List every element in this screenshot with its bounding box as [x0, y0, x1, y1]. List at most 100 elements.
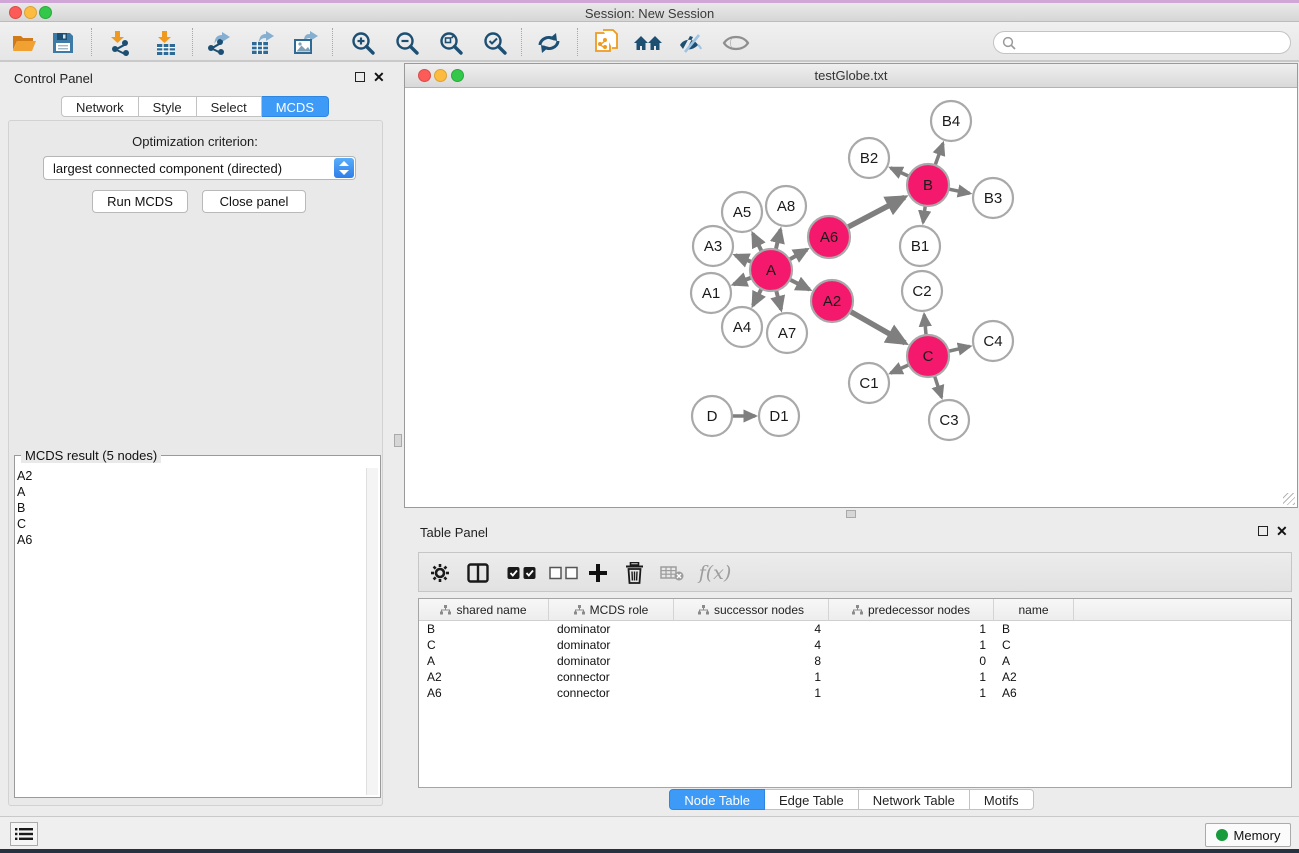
table-cell[interactable]: 1 — [829, 685, 994, 701]
table-cell[interactable]: 1 — [674, 669, 829, 685]
show-column-icon[interactable] — [465, 561, 491, 585]
close-table-panel-icon[interactable]: ✕ — [1276, 526, 1288, 536]
table-cell[interactable]: B — [994, 621, 1074, 637]
export-network-icon[interactable] — [204, 29, 234, 57]
delete-table-icon[interactable] — [659, 561, 685, 585]
first-neighbors-icon[interactable] — [633, 29, 663, 57]
vertical-splitter-grip[interactable] — [394, 434, 402, 447]
zoom-out-icon[interactable] — [392, 29, 422, 57]
add-column-icon[interactable] — [585, 561, 611, 585]
table-row[interactable]: A2connector11A2 — [419, 669, 1291, 685]
hide-selected-icon[interactable] — [676, 29, 706, 57]
node-A1[interactable]: A1 — [691, 273, 731, 313]
search-input[interactable] — [1016, 36, 1276, 50]
column-header-MCDS-role[interactable]: MCDS role — [549, 599, 674, 621]
node-A3[interactable]: A3 — [693, 226, 733, 266]
node-D[interactable]: D — [692, 396, 732, 436]
run-mcds-button[interactable]: Run MCDS — [92, 190, 188, 213]
close-panel-button[interactable]: Close panel — [202, 190, 306, 213]
table-row[interactable]: Bdominator41B — [419, 621, 1291, 637]
network-graph[interactable]: B4B2BB3A8A5A6A3B1AC2A1A2A4A7C4CC1C3DD1 — [405, 88, 1297, 507]
import-network-icon[interactable] — [105, 29, 135, 57]
node-A[interactable]: A — [750, 249, 792, 291]
graphics-details-icon[interactable] — [721, 29, 751, 57]
result-scrollbar[interactable] — [366, 468, 378, 795]
import-table-icon[interactable] — [151, 29, 181, 57]
node-B1[interactable]: B1 — [900, 226, 940, 266]
select-all-icon[interactable] — [505, 561, 539, 585]
table-cell[interactable]: 0 — [829, 653, 994, 669]
table-cell[interactable]: B — [419, 621, 549, 637]
table-cell[interactable]: A2 — [994, 669, 1074, 685]
table-cell[interactable]: A — [994, 653, 1074, 669]
table-row[interactable]: A6connector11A6 — [419, 685, 1291, 701]
node-C2[interactable]: C2 — [902, 271, 942, 311]
table-cell[interactable]: 1 — [829, 621, 994, 637]
table-cell[interactable]: A2 — [419, 669, 549, 685]
export-image-icon[interactable] — [290, 29, 320, 57]
node-C3[interactable]: C3 — [929, 400, 969, 440]
result-item[interactable]: B — [17, 500, 32, 516]
table-cell[interactable]: A — [419, 653, 549, 669]
node-C4[interactable]: C4 — [973, 321, 1013, 361]
node-A7[interactable]: A7 — [767, 313, 807, 353]
table-cell[interactable]: A6 — [419, 685, 549, 701]
tab-style[interactable]: Style — [139, 96, 197, 117]
table-cell[interactable]: 1 — [674, 685, 829, 701]
horizontal-splitter-grip[interactable] — [846, 510, 856, 518]
mcds-result-list[interactable]: A2ABCA6 — [17, 468, 32, 548]
column-header-name[interactable]: name — [994, 599, 1074, 621]
tab-node-table[interactable]: Node Table — [669, 789, 765, 810]
node-A2[interactable]: A2 — [811, 280, 853, 322]
table-cell[interactable]: 1 — [829, 637, 994, 653]
table-cell[interactable]: A6 — [994, 685, 1074, 701]
float-table-panel-icon[interactable] — [1258, 526, 1268, 536]
column-header-shared-name[interactable]: shared name — [419, 599, 549, 621]
task-history-button[interactable] — [10, 822, 38, 846]
node-C1[interactable]: C1 — [849, 363, 889, 403]
tab-select[interactable]: Select — [197, 96, 262, 117]
unselect-all-icon[interactable] — [547, 561, 581, 585]
tab-edge-table[interactable]: Edge Table — [765, 789, 859, 810]
node-A5[interactable]: A5 — [722, 192, 762, 232]
window-resize-grip[interactable] — [1283, 493, 1295, 505]
result-item[interactable]: A — [17, 484, 32, 500]
table-cell[interactable]: connector — [549, 685, 674, 701]
node-C[interactable]: C — [907, 335, 949, 377]
table-cell[interactable]: dominator — [549, 653, 674, 669]
node-B4[interactable]: B4 — [931, 101, 971, 141]
tab-network[interactable]: Network — [61, 96, 139, 117]
open-session-icon[interactable] — [9, 29, 39, 57]
export-table-icon[interactable] — [247, 29, 277, 57]
table-cell[interactable]: dominator — [549, 637, 674, 653]
zoom-in-icon[interactable] — [348, 29, 378, 57]
table-row[interactable]: Adominator80A — [419, 653, 1291, 669]
optimization-criterion-select[interactable]: largest connected component (directed) — [43, 156, 356, 180]
table-cell[interactable]: dominator — [549, 621, 674, 637]
column-header-successor-nodes[interactable]: successor nodes — [674, 599, 829, 621]
table-cell[interactable]: 1 — [829, 669, 994, 685]
node-B[interactable]: B — [907, 164, 949, 206]
tab-mcds[interactable]: MCDS — [262, 96, 329, 117]
result-item[interactable]: C — [17, 516, 32, 532]
table-cell[interactable]: C — [994, 637, 1074, 653]
float-panel-icon[interactable] — [355, 72, 365, 82]
apply-layout-icon[interactable] — [534, 29, 564, 57]
memory-button[interactable]: Memory — [1205, 823, 1291, 847]
table-cell[interactable]: 8 — [674, 653, 829, 669]
column-header-predecessor-nodes[interactable]: predecessor nodes — [829, 599, 994, 621]
table-options-icon[interactable] — [427, 561, 453, 585]
table-cell[interactable]: connector — [549, 669, 674, 685]
node-B2[interactable]: B2 — [849, 138, 889, 178]
tab-network-table[interactable]: Network Table — [859, 789, 970, 810]
table-cell[interactable]: 4 — [674, 621, 829, 637]
table-cell[interactable]: 4 — [674, 637, 829, 653]
node-D1[interactable]: D1 — [759, 396, 799, 436]
network-from-selection-icon[interactable] — [592, 29, 622, 57]
result-item[interactable]: A2 — [17, 468, 32, 484]
save-session-icon[interactable] — [48, 29, 78, 57]
table-row[interactable]: Cdominator41C — [419, 637, 1291, 653]
zoom-fit-icon[interactable] — [436, 29, 466, 57]
result-item[interactable]: A6 — [17, 532, 32, 548]
node-A6[interactable]: A6 — [808, 216, 850, 258]
